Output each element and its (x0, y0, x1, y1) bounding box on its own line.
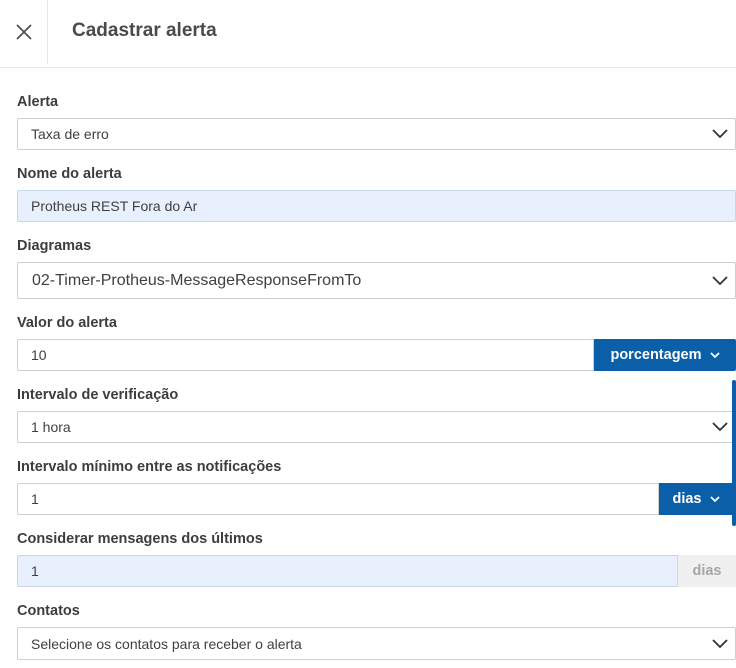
valor-unit-dropdown[interactable]: porcentagem (594, 339, 736, 371)
diagramas-label: Diagramas (17, 238, 92, 254)
chevron-down-icon (712, 422, 728, 432)
intervalo-min-unit-label: dias (672, 491, 702, 507)
close-icon (15, 24, 32, 40)
diagramas-select-value: 02-Timer-Protheus-MessageResponseFromTo (32, 271, 362, 289)
intervalo-min-label: Intervalo mínimo entre as notificações (17, 459, 282, 475)
contatos-select[interactable]: Selecione os contatos para receber o ale… (17, 627, 736, 660)
intervalo-min-input-value: 1 (31, 491, 39, 507)
chevron-down-icon (709, 495, 720, 502)
scrollbar-thumb[interactable] (732, 380, 736, 526)
diagramas-select[interactable]: 02-Timer-Protheus-MessageResponseFromTo (17, 262, 736, 299)
intervalo-select-value: 1 hora (31, 419, 71, 435)
considerar-unit-label: dias (678, 555, 736, 587)
page-title: Cadastrar alerta (72, 20, 217, 41)
chevron-down-icon (712, 129, 728, 139)
nome-label: Nome do alerta (17, 166, 122, 182)
modal-header: Cadastrar alerta (0, 0, 736, 68)
chevron-down-icon (709, 351, 720, 358)
contatos-placeholder: Selecione os contatos para receber o ale… (31, 635, 302, 652)
intervalo-min-input[interactable]: 1 (17, 483, 659, 515)
nome-input[interactable]: Protheus REST Fora do Ar (17, 190, 736, 222)
valor-label: Valor do alerta (17, 315, 117, 331)
intervalo-min-unit-dropdown[interactable]: dias (659, 483, 733, 515)
valor-input[interactable]: 10 (17, 339, 594, 371)
considerar-input[interactable]: 1 (17, 555, 678, 587)
nome-input-value: Protheus REST Fora do Ar (31, 198, 198, 214)
considerar-input-value: 1 (31, 563, 39, 579)
alerta-select[interactable]: Taxa de erro (17, 118, 736, 150)
chevron-down-icon (712, 638, 728, 648)
alerta-label: Alerta (17, 94, 59, 110)
considerar-label: Considerar mensagens dos últimos (17, 531, 263, 547)
intervalo-label: Intervalo de verificação (17, 387, 179, 403)
valor-unit-label: porcentagem (610, 347, 702, 363)
valor-input-value: 10 (31, 347, 47, 363)
chevron-down-icon (712, 275, 728, 285)
intervalo-select[interactable]: 1 hora (17, 411, 736, 443)
contatos-label: Contatos (17, 603, 80, 619)
alerta-select-value: Taxa de erro (31, 126, 109, 142)
close-button[interactable] (0, 0, 48, 64)
